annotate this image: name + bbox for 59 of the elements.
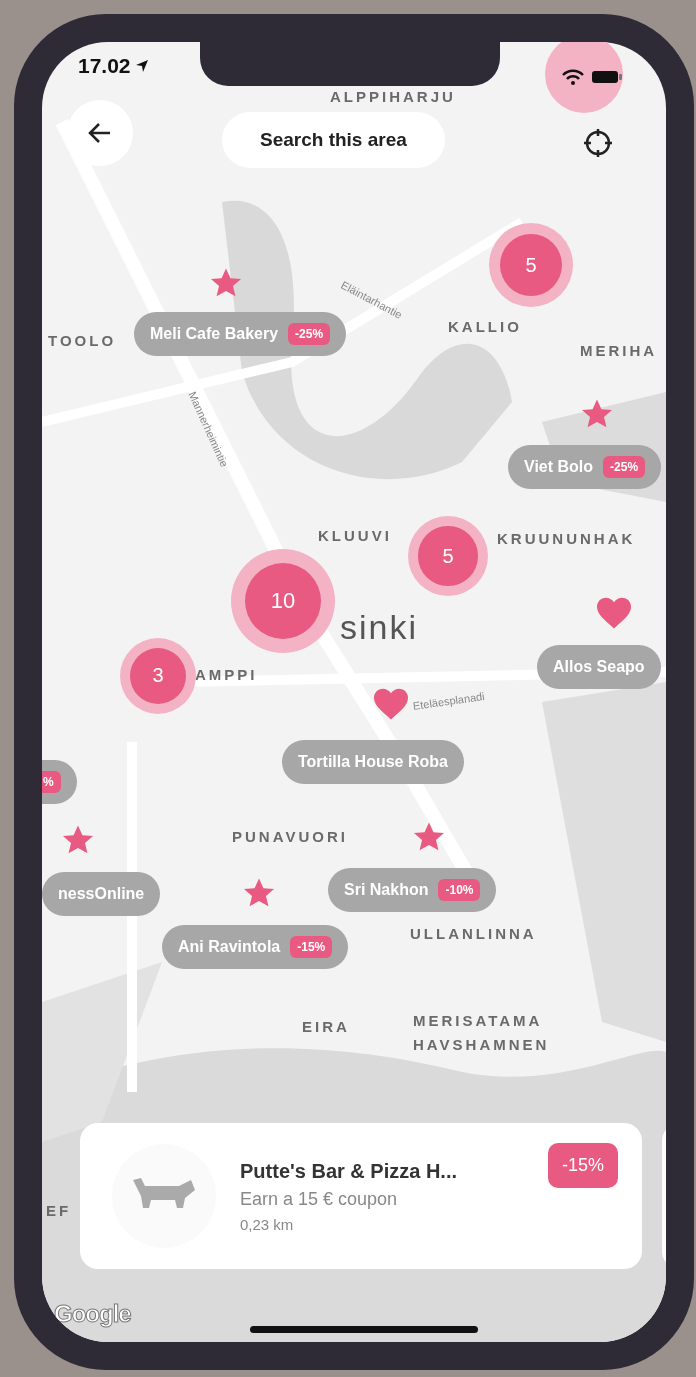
search-area-button[interactable]: Search this area: [222, 112, 445, 168]
place-label: MERIHA: [580, 342, 658, 359]
star-marker-icon[interactable]: [61, 824, 95, 856]
venue-pill[interactable]: Allos Seapo: [537, 645, 661, 689]
battery-icon: [592, 70, 622, 84]
discount-tag: -25%: [603, 456, 646, 478]
place-label: ALPPIHARJU: [330, 88, 456, 105]
star-marker-icon[interactable]: [242, 877, 276, 909]
venue-name: nessOnline: [58, 885, 145, 903]
place-label: KLUUVI: [318, 527, 392, 544]
venue-pill[interactable]: Tortilla House Roba: [282, 740, 464, 784]
venue-pill[interactable]: %: [42, 760, 77, 804]
place-label: ULLANLINNA: [410, 925, 537, 942]
venue-pill[interactable]: nessOnline: [42, 872, 161, 916]
venue-pill[interactable]: Viet Bolo -25%: [508, 445, 662, 489]
venue-title: Putte's Bar & Pizza H...: [240, 1159, 458, 1183]
place-label: PUNAVUORI: [232, 828, 348, 845]
star-marker-icon[interactable]: [209, 267, 243, 299]
cluster-marker[interactable]: 3: [120, 638, 196, 714]
place-label: TOOLO: [48, 332, 117, 349]
venue-name: Allos Seapo: [553, 658, 645, 676]
venue-name: Tortilla House Roba: [298, 753, 448, 771]
venue-name: Ani Ravintola: [178, 938, 281, 956]
cluster-marker[interactable]: 5: [408, 516, 488, 596]
venue-pill[interactable]: Sri Nakhon -10%: [328, 868, 497, 912]
heart-marker-icon[interactable]: [372, 687, 410, 721]
place-label: sinki: [340, 608, 419, 647]
discount-tag: -15%: [290, 936, 333, 958]
star-marker-icon[interactable]: [412, 821, 446, 853]
location-arrow-icon: [134, 59, 149, 73]
discount-tag: -10%: [438, 879, 481, 901]
place-label: EIRA: [302, 1018, 350, 1035]
venue-pill[interactable]: Ani Ravintola -15%: [162, 925, 349, 969]
place-label: HAVSHAMNEN: [413, 1036, 550, 1053]
venue-reward: Earn a 15 € coupon: [240, 1188, 399, 1210]
heart-marker-icon[interactable]: [595, 596, 633, 630]
venue-card[interactable]: Putte's Bar & Pizza H... Earn a 15 € coupon 0,23 km -15%: [80, 1123, 642, 1269]
discount-tag: %: [42, 771, 61, 793]
star-marker-icon[interactable]: [580, 398, 614, 430]
status-time: 17.02: [78, 54, 149, 78]
venue-distance: 0,23 km: [240, 1215, 295, 1233]
cluster-marker[interactable]: 5: [489, 223, 573, 307]
back-arrow-icon: [88, 122, 112, 144]
place-label: KRUUNUNHAK: [497, 530, 636, 547]
venue-name: Sri Nakhon: [344, 881, 429, 899]
venue-name: Meli Cafe Bakery: [150, 325, 279, 343]
wifi-icon: [562, 69, 584, 85]
venue-name: Viet Bolo: [524, 458, 594, 476]
place-label: AMPPI: [195, 666, 258, 683]
discount-tag: -25%: [288, 323, 331, 345]
venue-pill[interactable]: Meli Cafe Bakery -25%: [134, 312, 347, 356]
map-attribution: Google: [54, 1300, 131, 1328]
place-label: MERISATAMA: [413, 1012, 543, 1029]
place-label: EF: [46, 1202, 72, 1219]
cluster-marker[interactable]: 10: [231, 549, 335, 653]
discount-tag: -15%: [547, 1143, 618, 1188]
place-label: KALLIO: [448, 318, 522, 335]
street-label: Eteläesplanadi: [412, 690, 486, 712]
locate-icon[interactable]: [583, 128, 613, 158]
